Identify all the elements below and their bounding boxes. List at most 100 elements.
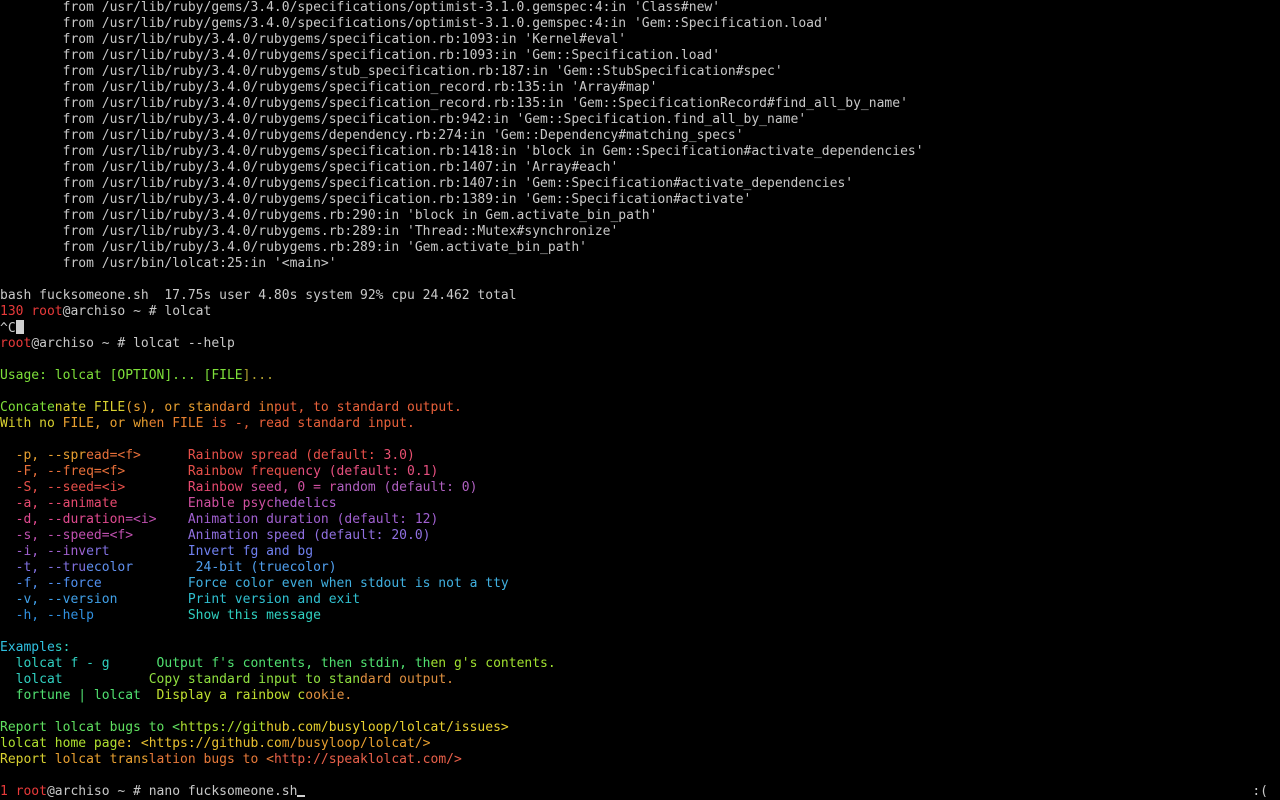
- terminal-line: from /usr/lib/ruby/3.4.0/rubygems/stub_s…: [0, 64, 783, 80]
- terminal-text-segment: @archiso ~ # nano fucksomeone.sh: [46, 784, 298, 799]
- terminal-line: from /usr/lib/ruby/3.4.0/rubygems/specif…: [0, 32, 627, 48]
- terminal-text-segment: ncy (default: 0.1): [297, 464, 439, 479]
- terminal-line: lolcat f - g Output f's contents, then s…: [0, 656, 556, 672]
- terminal-text-segment: hub.com/busyloop/lolcat/issues>: [266, 720, 509, 735]
- terminal-text-segment: lolcat: [0, 672, 149, 687]
- terminal-line: Examples:: [0, 640, 70, 656]
- terminal-text-segment: m/busyloop/lolcat/>: [281, 736, 431, 751]
- terminal-text-segment: @archiso ~ # lolcat --help: [31, 336, 235, 351]
- terminal-text-segment: -h, --help: [0, 608, 188, 623]
- terminal-line: With no FILE, or when FILE is -, read st…: [0, 416, 415, 432]
- terminal-cursor: [297, 784, 306, 797]
- terminal-text-segment: Rainbow spread (default:: [187, 448, 384, 463]
- terminal-text-segment: ookie.: [305, 688, 353, 703]
- terminal-text-segment: ert: [86, 544, 188, 559]
- terminal-text-segment: -F, --freq=<f>: [0, 464, 188, 479]
- terminal-text-segment: @archiso ~ # lolcat: [62, 304, 212, 319]
- terminal-text-segment: -S, --seed=<i>: [0, 480, 188, 495]
- terminal-line: bash fucksomeone.sh 17.75s user 4.80s sy…: [0, 288, 517, 304]
- terminal-text-segment: from /usr/lib/ruby/3.4.0/rubygems/specif…: [0, 80, 658, 95]
- terminal-text-segment: -a, --animate: [0, 496, 188, 511]
- terminal-text-segment: Report: [0, 752, 55, 767]
- terminal-line: from /usr/lib/ruby/3.4.0/rubygems/specif…: [0, 176, 854, 192]
- terminal-text-segment: FILE, or wh: [62, 416, 149, 431]
- terminal-text-segment: 1: [0, 784, 16, 799]
- terminal-line: Concatenate FILE(s), or standard input, …: [0, 400, 462, 416]
- terminal-line: from /usr/bin/lolcat:25:in '<main>': [0, 256, 337, 272]
- terminal-text-segment: from /usr/lib/ruby/3.4.0/rubygems/specif…: [0, 192, 752, 207]
- terminal-text-segment: -f, --force: [0, 576, 188, 591]
- terminal-text-segment: ndard in: [211, 400, 274, 415]
- terminal-text-segment: lolcat trans: [54, 752, 149, 767]
- terminal-text-segment: from /usr/lib/ruby/3.4.0/rubygems/depend…: [0, 128, 744, 143]
- terminal-line: fortune | lolcat Display a rainbow cooki…: [0, 688, 353, 704]
- terminal-line: Usage: lolcat [OPTION]... [FILE]...: [0, 368, 274, 384]
- terminal-text-segment: ^C: [0, 321, 16, 336]
- terminal-line: -d, --duration=<i> Animation duration (d…: [0, 512, 439, 528]
- terminal-text-segment: root: [15, 784, 47, 799]
- terminal-text-segment: Rainbow: [187, 480, 251, 495]
- terminal-line: from /usr/lib/ruby/3.4.0/rubygems/specif…: [0, 112, 807, 128]
- terminal-text-segment: from /usr/lib/ruby/3.4.0/rubygems/specif…: [0, 32, 627, 47]
- terminal-line: -v, --version Print version and exit: [0, 592, 360, 608]
- terminal-text-segment: -s, --speed=<f>: [0, 528, 188, 543]
- terminal-text-segment: -v, --version: [0, 592, 188, 607]
- terminal-text-segment: lation bugs to <: [148, 752, 274, 767]
- terminal-text-segment: root: [0, 336, 32, 351]
- terminal-line: -S, --seed=<i> Rainbow seed, 0 = random …: [0, 480, 478, 496]
- terminal-line: -F, --freq=<f> Rainbow frequency (defaul…: [0, 464, 439, 480]
- terminal-text-segment: lolcat home pag: [0, 736, 118, 751]
- terminal-window[interactable]: from /usr/lib/ruby/gems/3.4.0/specificat…: [0, 0, 1280, 800]
- terminal-text-segment: Example: [0, 640, 55, 655]
- terminal-text-segment: seed, 0 = r: [250, 480, 337, 495]
- terminal-text-segment: Enable psyc: [187, 496, 274, 511]
- terminal-text-segment: hedelics: [273, 496, 337, 511]
- terminal-line: -p, --spread=<f> Rainbow spread (default…: [0, 448, 415, 464]
- terminal-text-segment: Output f's contents, then stdin, th: [156, 656, 431, 671]
- terminal-text-segment: root: [31, 304, 63, 319]
- terminal-text-segment: from /usr/lib/ruby/3.4.0/rubygems.rb:289…: [0, 224, 619, 239]
- terminal-line: lolcat home page: <https://github.com/bu…: [0, 736, 431, 752]
- terminal-text-segment: from /usr/lib/ruby/3.4.0/rubygems.rb:290…: [0, 208, 658, 223]
- terminal-line: -s, --speed=<f> Animation speed (default…: [0, 528, 431, 544]
- terminal-text-segment: 24-bit (truecolor): [195, 560, 337, 575]
- terminal-text-segment: Usage: lolcat [OPTION]... [FILE: [0, 368, 243, 383]
- terminal-line: from /usr/lib/ruby/3.4.0/rubygems.rb:290…: [0, 208, 658, 224]
- terminal-text-segment: from /usr/lib/ruby/3.4.0/rubygems/stub_s…: [0, 64, 783, 79]
- terminal-line: ^C: [0, 320, 24, 336]
- terminal-line: Report lolcat translation bugs to <http:…: [0, 752, 462, 768]
- terminal-text-segment: -i, --inv: [0, 544, 87, 559]
- terminal-text-segment: dard output.: [360, 672, 454, 687]
- terminal-text-segment: -p, --spr: [0, 448, 87, 463]
- exit-status-indicator: :(: [1252, 784, 1268, 799]
- terminal-line: Report lolcat bugs to <https://github.co…: [0, 720, 509, 736]
- terminal-text-segment: en FILE: [148, 416, 212, 431]
- terminal-text-segment: 3.0): [383, 448, 415, 463]
- terminal-text-segment: is -, read standard input.: [211, 416, 415, 431]
- terminal-text-segment: from /usr/lib/ruby/3.4.0/rubygems/specif…: [0, 48, 721, 63]
- terminal-text-segment: from /usr/lib/ruby/3.4.0/rubygems/specif…: [0, 96, 908, 111]
- terminal-text-segment: from /usr/lib/ruby/3.4.0/rubygems/specif…: [0, 144, 924, 159]
- terminal-text-segment: ]...: [242, 368, 274, 383]
- terminal-text-segment: Invert fg and bg: [187, 544, 314, 559]
- terminal-text-segment: s:: [54, 640, 71, 655]
- terminal-line: from /usr/lib/ruby/gems/3.4.0/specificat…: [0, 0, 720, 16]
- terminal-text-segment: lolcat f - g: [0, 656, 157, 671]
- terminal-text-segment: -d, --duration: [0, 512, 126, 527]
- terminal-text-segment: Animation duration (default: 12): [187, 512, 439, 527]
- terminal-line: from /usr/lib/ruby/3.4.0/rubygems/specif…: [0, 144, 924, 160]
- terminal-line: from /usr/lib/ruby/3.4.0/rubygems/specif…: [0, 160, 619, 176]
- terminal-text-segment: andom (default: 0): [336, 480, 478, 495]
- terminal-text-segment: from /usr/lib/ruby/gems/3.4.0/specificat…: [0, 16, 830, 31]
- terminal-line: from /usr/lib/ruby/3.4.0/rubygems/specif…: [0, 48, 720, 64]
- terminal-line: -a, --animate Enable psychedelics: [0, 496, 337, 512]
- terminal-text-segment: Force color even when stdout is not a tt…: [187, 576, 509, 591]
- terminal-line: from /usr/lib/ruby/3.4.0/rubygems/specif…: [0, 80, 658, 96]
- terminal-text-segment: Copy standard input to stan: [148, 672, 361, 687]
- terminal-text-segment: bash fucksomeone.sh 17.75s user 4.80s sy…: [0, 288, 517, 303]
- terminal-line: from /usr/lib/ruby/3.4.0/rubygems/specif…: [0, 192, 752, 208]
- terminal-text-segment: from /usr/bin/lolcat:25:in '<main>': [0, 256, 337, 271]
- terminal-line: from /usr/lib/ruby/3.4.0/rubygems/depend…: [0, 128, 744, 144]
- terminal-line: from /usr/lib/ruby/3.4.0/rubygems/specif…: [0, 96, 908, 112]
- terminal-line: -i, --invert Invert fg and bg: [0, 544, 313, 560]
